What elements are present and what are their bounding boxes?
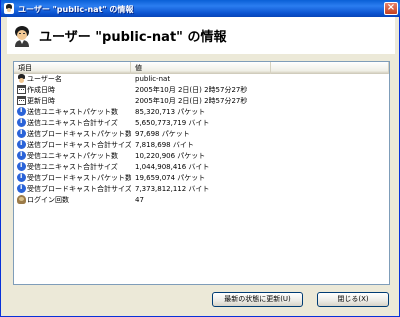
item-value: 7,818,698 バイト (135, 141, 194, 149)
info-list[interactable]: 項目 値 ユーザー名 public-nat 作成日時 2005年10月 2日(日… (13, 61, 390, 285)
list-rows: ユーザー名 public-nat 作成日時 2005年10月 2日(日) 2時5… (14, 74, 389, 206)
list-header: 項目 値 (14, 62, 389, 74)
item-name-cell: 送信ブロードキャストパケット数 (17, 129, 131, 140)
item-value: 1,044,908,416 バイト (135, 163, 210, 171)
list-item[interactable]: 受信ブロードキャスト合計サイズ 7,373,812,112 バイト (14, 184, 389, 195)
user-info-dialog: ユーザー "public-nat" の情報 × ユーザー "public-nat… (0, 0, 400, 317)
info-icon (17, 162, 26, 171)
info-icon (17, 118, 26, 127)
info-icon (17, 151, 26, 160)
user-icon (17, 74, 26, 83)
item-value: 47 (135, 196, 144, 204)
list-item[interactable]: 送信ユニキャストパケット数 85,320,713 パケット (14, 107, 389, 118)
item-value: 5,650,773,719 バイト (135, 119, 210, 127)
item-name-cell: 受信ブロードキャストパケット数 (17, 173, 131, 184)
close-button[interactable]: 閉じる(X) (317, 292, 389, 307)
list-item[interactable]: 送信ユニキャスト合計サイズ 5,650,773,719 バイト (14, 118, 389, 129)
title-bar[interactable]: ユーザー "public-nat" の情報 × (1, 0, 400, 17)
list-item[interactable]: ユーザー名 public-nat (14, 74, 389, 85)
item-value: 2005年10月 2日(日) 2時57分27秒 (135, 86, 248, 94)
list-item[interactable]: 受信ユニキャスト合計サイズ 1,044,908,416 バイト (14, 162, 389, 173)
list-item[interactable]: 受信ユニキャストパケット数 10,220,906 パケット (14, 151, 389, 162)
item-name-cell: ログイン回数 (17, 195, 131, 206)
column-header-value[interactable]: 値 (131, 62, 271, 74)
user-icon (4, 3, 14, 14)
list-item[interactable]: 更新日時 2005年10月 2日(日) 2時57分27秒 (14, 96, 389, 107)
item-name: ユーザー名 (27, 75, 62, 83)
page-title: ユーザー "public-nat" の情報 (39, 30, 227, 45)
item-name-cell: 更新日時 (17, 96, 131, 107)
info-icon (17, 184, 26, 193)
item-name: 受信ユニキャストパケット数 (27, 152, 118, 160)
item-value: 19,659,074 パケット (135, 174, 206, 182)
item-name: 作成日時 (27, 86, 55, 94)
item-name-cell: 受信ユニキャストパケット数 (17, 151, 131, 162)
item-name: 受信ブロードキャストパケット数 (27, 174, 131, 182)
item-name-cell: 受信ユニキャスト合計サイズ (17, 162, 131, 173)
login-icon (17, 195, 26, 204)
window-title: ユーザー "public-nat" の情報 (18, 5, 134, 14)
item-name-cell: 送信ブロードキャスト合計サイズ (17, 140, 131, 151)
item-name-cell: 受信ブロードキャスト合計サイズ (17, 184, 131, 195)
item-value: 7,373,812,112 バイト (135, 185, 210, 193)
column-header-filler (271, 62, 389, 74)
user-icon (15, 26, 29, 47)
list-item[interactable]: 送信ブロードキャスト合計サイズ 7,818,698 バイト (14, 140, 389, 151)
info-icon (17, 140, 26, 149)
item-name: ログイン回数 (27, 196, 69, 204)
dialog-header: ユーザー "public-nat" の情報 (7, 17, 395, 54)
item-name-cell: ユーザー名 (17, 74, 131, 85)
close-window-button[interactable]: × (384, 2, 398, 15)
item-name: 受信ユニキャスト合計サイズ (27, 163, 118, 171)
list-item[interactable]: 送信ブロードキャストパケット数 97,698 パケット (14, 129, 389, 140)
item-name: 送信ユニキャスト合計サイズ (27, 119, 118, 127)
item-name-cell: 送信ユニキャストパケット数 (17, 107, 131, 118)
info-icon (17, 107, 26, 116)
item-name: 受信ブロードキャスト合計サイズ (27, 185, 131, 193)
calendar-icon (17, 85, 26, 94)
refresh-button[interactable]: 最新の状態に更新(U) (212, 292, 303, 307)
item-name: 送信ブロードキャスト合計サイズ (27, 141, 131, 149)
list-item[interactable]: 受信ブロードキャストパケット数 19,659,074 パケット (14, 173, 389, 184)
list-item[interactable]: 作成日時 2005年10月 2日(日) 2時57分27秒 (14, 85, 389, 96)
calendar-icon (17, 96, 26, 105)
item-name-cell: 送信ユニキャスト合計サイズ (17, 118, 131, 129)
info-icon (17, 129, 26, 138)
column-header-item[interactable]: 項目 (14, 62, 131, 74)
item-value: public-nat (135, 75, 171, 83)
item-value: 10,220,906 パケット (135, 152, 206, 160)
item-name: 更新日時 (27, 97, 55, 105)
list-item[interactable]: ログイン回数 47 (14, 195, 389, 206)
item-name: 送信ユニキャストパケット数 (27, 108, 118, 116)
item-value: 97,698 パケット (135, 130, 190, 138)
info-icon (17, 173, 26, 182)
item-value: 85,320,713 パケット (135, 108, 206, 116)
item-name-cell: 作成日時 (17, 85, 131, 96)
item-name: 送信ブロードキャストパケット数 (27, 130, 131, 138)
item-value: 2005年10月 2日(日) 2時57分27秒 (135, 97, 248, 105)
